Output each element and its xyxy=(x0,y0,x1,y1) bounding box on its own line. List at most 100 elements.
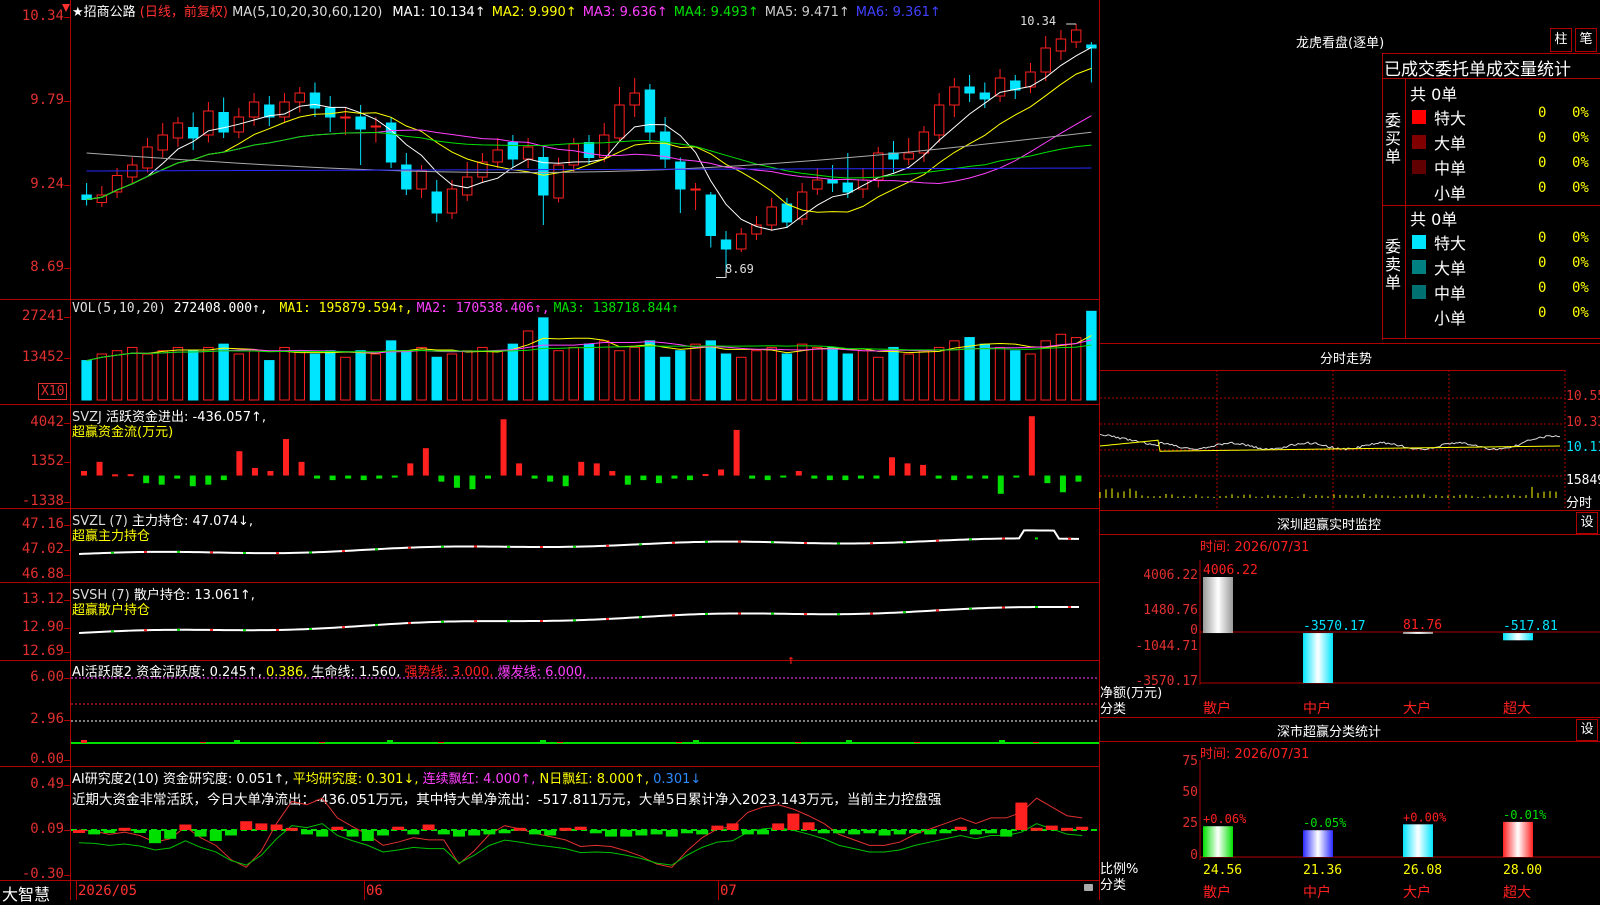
svzl-ytick-2: 46.88 xyxy=(0,566,64,582)
flow-bar xyxy=(905,463,911,475)
flow-bar xyxy=(640,476,646,481)
flow-bar xyxy=(267,471,273,476)
flow-bar xyxy=(361,476,367,481)
vol-bar xyxy=(691,344,700,400)
ai-active-ytick-mark-2 xyxy=(64,760,70,761)
price-chart[interactable] xyxy=(71,0,1099,299)
vol-bar xyxy=(1087,311,1096,400)
research-bar xyxy=(1046,826,1058,830)
order-pct-0: 0% xyxy=(1572,105,1589,121)
flow-bar xyxy=(563,476,569,487)
flow-bar xyxy=(547,476,553,482)
active-bar xyxy=(812,742,818,743)
sell-orders-label: 委卖单 xyxy=(1385,238,1403,292)
active-bar xyxy=(999,740,1005,743)
flow-bar xyxy=(594,463,600,475)
price-ytick-2: 9.24 xyxy=(0,176,64,192)
flow-bar xyxy=(454,476,460,488)
svzj-ytick-mark-2 xyxy=(64,502,70,503)
flow-bar xyxy=(516,463,522,475)
active-bar xyxy=(149,742,155,743)
candle xyxy=(402,165,411,189)
research-bar xyxy=(924,830,936,834)
price-ytick-3: 8.69 xyxy=(0,259,64,275)
candle xyxy=(600,135,609,158)
active-bar xyxy=(761,742,767,743)
active-bar xyxy=(302,742,308,743)
intraday-ytick-1: 10.33 xyxy=(1566,415,1600,430)
flow-bar xyxy=(671,476,677,479)
candle xyxy=(737,234,746,249)
order-pct-3: 0% xyxy=(1572,180,1589,196)
research-bar xyxy=(1031,828,1043,831)
active-bar xyxy=(404,742,410,743)
order-name-0: 特大 xyxy=(1434,230,1466,254)
flow-bar xyxy=(112,474,118,476)
lock-icon[interactable] xyxy=(1084,884,1093,891)
active-bar xyxy=(132,742,138,743)
active-bar xyxy=(115,742,121,743)
flow-bar xyxy=(330,476,336,481)
ai-active-chart[interactable]: ↑ xyxy=(71,661,1099,766)
order-vol-3: 0 xyxy=(1538,305,1546,321)
svzl-chart[interactable] xyxy=(71,509,1099,582)
active-bar xyxy=(1050,742,1056,743)
research-bar xyxy=(787,814,799,830)
intraday-price-line xyxy=(1100,434,1560,450)
research-bar xyxy=(544,830,556,835)
vol-bar xyxy=(813,347,822,400)
app-logo[interactable]: 大智慧 xyxy=(2,881,50,905)
flow-bar xyxy=(625,476,631,485)
class-settings-button[interactable]: 设 xyxy=(1576,719,1598,741)
research-bar xyxy=(696,830,708,834)
monitor-bar-label: -517.81 xyxy=(1503,619,1558,634)
svzj-ytick-mark-0 xyxy=(64,423,70,424)
candle xyxy=(965,87,974,93)
flow-bar xyxy=(299,462,305,476)
svsh-chart[interactable] xyxy=(71,583,1099,660)
flow-bar xyxy=(174,476,180,479)
svzj-ytick-mark-1 xyxy=(64,462,70,463)
candle xyxy=(630,93,639,105)
candle xyxy=(584,143,593,158)
research-bar xyxy=(1076,827,1088,830)
class-bar xyxy=(1403,824,1433,857)
svzj-chart[interactable] xyxy=(71,405,1099,508)
flow-bar xyxy=(796,471,802,476)
flow-bar xyxy=(97,462,103,476)
monitor-settings-button[interactable]: 设 xyxy=(1576,512,1598,534)
research-bar xyxy=(681,830,693,833)
research-bar xyxy=(149,830,161,843)
vol-bar xyxy=(341,357,350,400)
research-bar xyxy=(803,822,815,830)
tick-button[interactable]: 笔 xyxy=(1575,28,1597,52)
candle xyxy=(828,180,837,183)
active-bar xyxy=(370,742,376,743)
class-chart[interactable]: +0.06% 24.56 -0.05% 21.36 +0.00% 26.08 -0.01% 2… xyxy=(1200,760,1600,860)
holding-main-line xyxy=(79,530,1079,554)
monitor-cat-0: 散户 xyxy=(1203,698,1231,718)
vol-chart[interactable] xyxy=(71,300,1099,404)
active-bar xyxy=(829,742,835,743)
order-vol-3: 0 xyxy=(1538,180,1546,196)
intraday-chart[interactable] xyxy=(1100,370,1565,508)
flow-bar xyxy=(438,476,444,482)
left-chart-area[interactable]: ★招商公路 (日线，前复权) MA(5,10,20,30,60,120) MA1… xyxy=(0,0,1100,900)
flow-bar xyxy=(1075,476,1081,482)
svsh-ytick-mark-1 xyxy=(64,628,70,629)
ai-research-chart[interactable] xyxy=(71,767,1099,880)
monitor-chart[interactable]: 4006.22 -3570.17 81.76 -517.81 xyxy=(1200,560,1600,685)
price-ytick-mark-1 xyxy=(64,101,70,102)
monitor-bar-label: 4006.22 xyxy=(1203,563,1258,578)
intraday-ytick-3: 158491 xyxy=(1566,473,1600,488)
vol-bar xyxy=(539,318,548,400)
research-bar xyxy=(955,827,967,830)
research-bar xyxy=(970,830,982,834)
vol-bar xyxy=(721,354,730,400)
research-bar xyxy=(453,830,465,837)
active-bar xyxy=(540,740,546,743)
candle xyxy=(295,93,304,102)
bar-button[interactable]: 柱 xyxy=(1550,28,1572,52)
candle xyxy=(615,105,624,138)
flow-bar xyxy=(967,476,973,479)
